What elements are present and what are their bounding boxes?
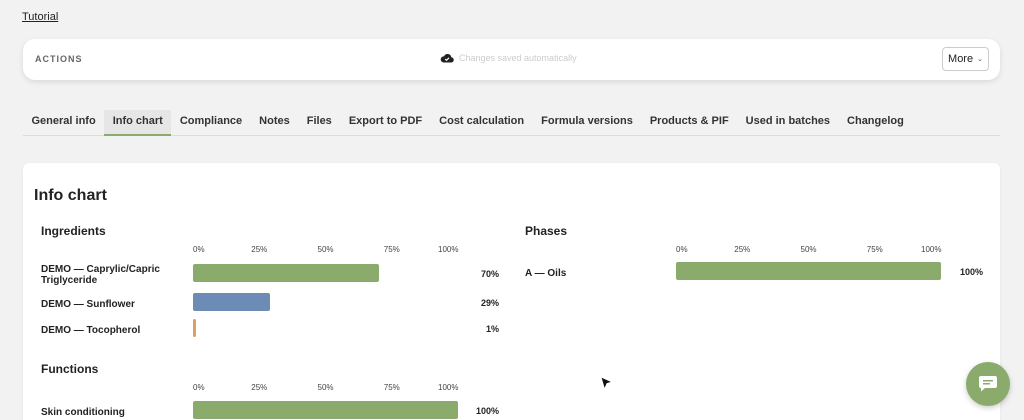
functions-title: Functions	[41, 362, 99, 376]
tab-notes[interactable]: Notes	[251, 110, 299, 136]
ingredients-percent: 29%	[480, 298, 499, 308]
ingredients-scale-tick: 75%	[383, 245, 400, 254]
mouse-pointer-icon	[600, 376, 614, 391]
tab-used-in-batches[interactable]: Used in batches	[737, 110, 838, 136]
ingredients-row-label: DEMO — Tocopherol	[41, 325, 141, 336]
phases-title: Phases	[525, 224, 568, 238]
card-title: Info chart	[34, 187, 107, 204]
ingredients-bar	[193, 264, 379, 282]
tab-files[interactable]: Files	[298, 110, 340, 136]
functions-row-label: Skin conditioning	[41, 407, 125, 418]
save-status: Changes saved automatically	[440, 53, 577, 63]
chat-icon	[979, 376, 997, 392]
ingredients-row-label: DEMO — Sunflower	[41, 299, 135, 310]
ingredients-bar	[193, 319, 196, 337]
chevron-down-icon: ⌄	[977, 56, 983, 63]
functions-scale-tick: 75%	[383, 383, 400, 392]
ingredients-scale-tick: 25%	[251, 245, 268, 254]
actions-label: ACTIONS	[35, 54, 83, 64]
more-button-label: More	[948, 53, 974, 65]
ingredients-scale-tick: 100%	[438, 245, 459, 254]
phases-scale-tick: 100%	[921, 245, 942, 254]
tab-bar: General info Info chart Compliance Notes Fil…	[23, 110, 1000, 136]
phases-bar	[676, 262, 941, 280]
functions-scale-tick: 100%	[438, 383, 459, 392]
tutorial-link[interactable]: Tutorial	[22, 11, 58, 23]
ingredients-percent: 1%	[485, 324, 499, 334]
ingredients-row-label: DEMO — Caprylic/Capric Triglyceride	[41, 264, 160, 286]
phases-scale-tick: 25%	[734, 245, 751, 254]
info-chart-card: Info chart Ingredients 0% 25% 50% 75% 100% DEM…	[23, 163, 1000, 420]
functions-bar	[193, 401, 458, 419]
ingredients-bar	[193, 293, 270, 311]
phases-percent: 100%	[959, 267, 983, 277]
phases-row-label: A — Oils	[525, 268, 567, 279]
actions-bar: ACTIONS Changes saved automatically More…	[23, 39, 1000, 80]
tab-formula-versions[interactable]: Formula versions	[533, 110, 642, 136]
tab-general-info[interactable]: General info	[23, 110, 104, 136]
tab-changelog[interactable]: Changelog	[839, 110, 913, 136]
functions-percent: 100%	[475, 406, 499, 416]
tab-products-pif[interactable]: Products & PIF	[641, 110, 737, 136]
functions-scale-tick: 0%	[193, 383, 205, 392]
ingredients-scale-tick: 0%	[193, 245, 205, 254]
functions-scale-tick: 25%	[251, 383, 268, 392]
chat-button[interactable]	[966, 362, 1010, 406]
phases-scale-tick: 50%	[800, 245, 817, 254]
more-button[interactable]: More ⌄	[942, 47, 989, 71]
tab-export-to-pdf[interactable]: Export to PDF	[340, 110, 430, 136]
save-status-text: Changes saved automatically	[459, 53, 577, 63]
tab-info-chart[interactable]: Info chart	[104, 110, 172, 136]
cloud-check-icon	[440, 53, 454, 63]
ingredients-scale-tick: 50%	[317, 245, 334, 254]
tab-cost-calculation[interactable]: Cost calculation	[431, 110, 533, 136]
tab-compliance[interactable]: Compliance	[171, 110, 250, 136]
ingredients-title: Ingredients	[41, 224, 106, 238]
functions-scale-tick: 50%	[317, 383, 334, 392]
phases-scale-tick: 75%	[866, 245, 883, 254]
phases-scale-tick: 0%	[676, 245, 688, 254]
ingredients-percent: 70%	[480, 269, 499, 279]
